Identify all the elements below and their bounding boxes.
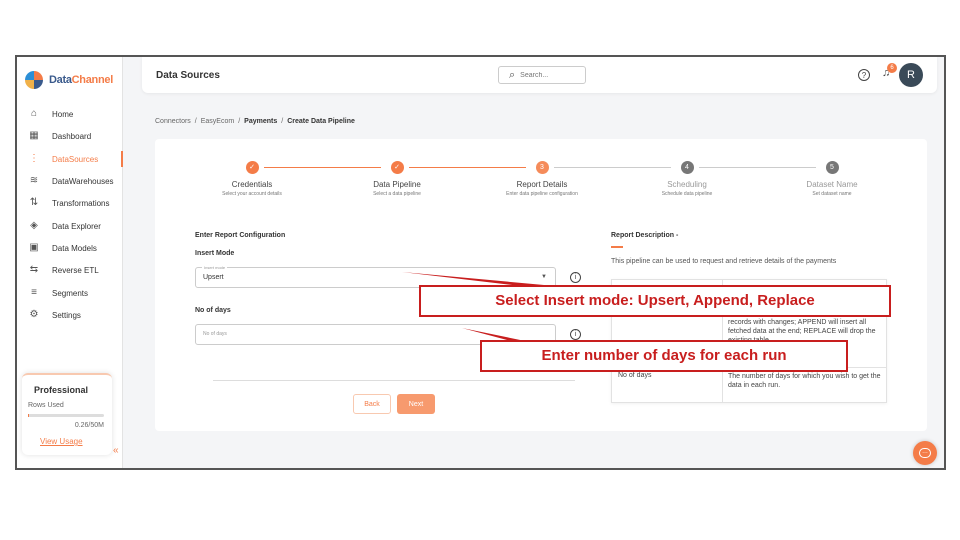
insert-mode-callout: Select Insert mode: Upsert, Append, Repl… [419,285,891,317]
days-callout: Enter number of days for each run [480,340,848,372]
annotation-arrows [402,272,555,346]
